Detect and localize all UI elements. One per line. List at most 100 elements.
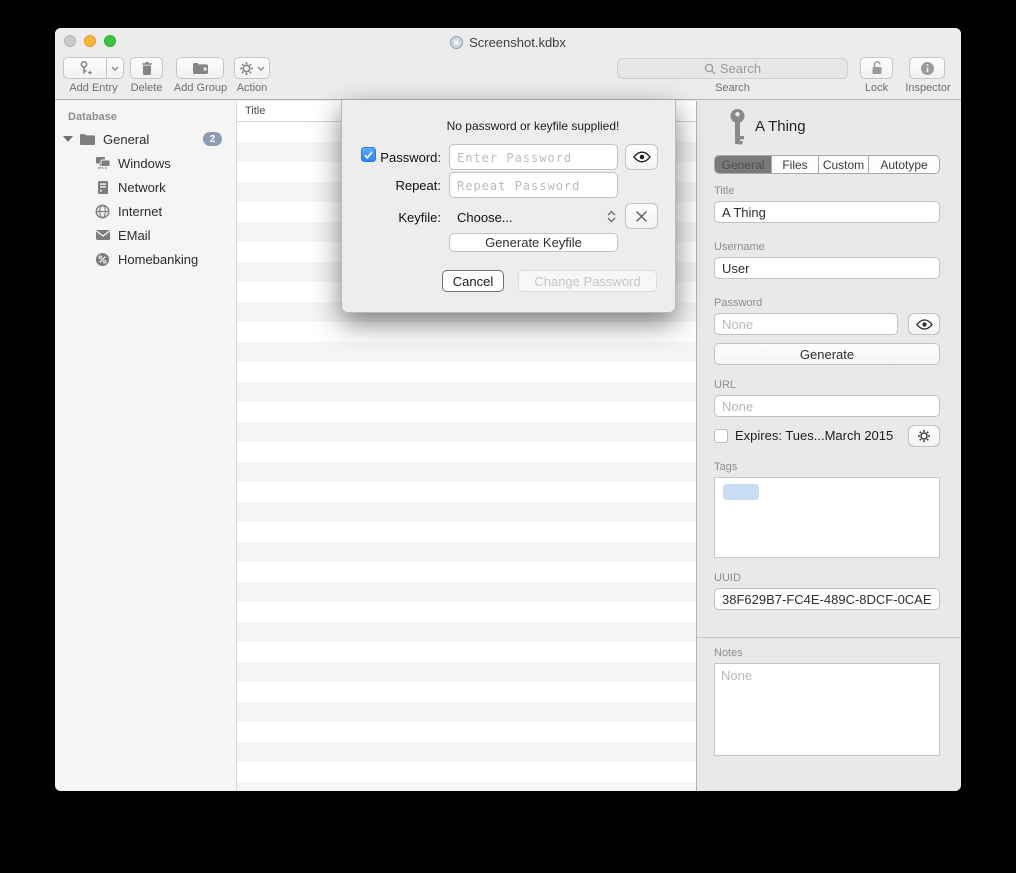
- delete-button[interactable]: [130, 57, 163, 79]
- inspector-panel: A Thing General Files Custom Autotype Ti…: [697, 101, 961, 791]
- checkmark-icon: [364, 151, 373, 159]
- title-bar[interactable]: Screenshot.kdbx: [55, 28, 961, 56]
- dialog-repeat-label: Repeat:: [378, 178, 441, 193]
- key-icon: [727, 108, 748, 147]
- uuid-field[interactable]: [714, 588, 940, 610]
- entry-count-badge: 2: [203, 132, 222, 146]
- chevron-down-icon[interactable]: [107, 66, 123, 71]
- sidebar-item-label: Internet: [118, 204, 162, 219]
- gear-icon: [917, 429, 931, 443]
- tag-chip[interactable]: [723, 484, 759, 500]
- app-window: Screenshot.kdbx Add Entry Delete Add Gro…: [55, 28, 961, 791]
- delete-label: Delete: [123, 82, 170, 94]
- gear-icon: [239, 61, 254, 76]
- sidebar-item-homebanking[interactable]: Homebanking: [55, 247, 236, 271]
- sidebar-item-label: Homebanking: [118, 252, 198, 267]
- tab-custom[interactable]: Custom: [819, 156, 869, 173]
- toolbar: Add Entry Delete Add Group Action: [55, 56, 961, 100]
- url-field[interactable]: [714, 395, 940, 417]
- folder-plus-icon: [192, 61, 209, 75]
- inspector-tabs: General Files Custom Autotype: [714, 155, 940, 174]
- add-group-label: Add Group: [168, 82, 233, 94]
- tags-box[interactable]: [714, 477, 940, 558]
- info-icon: [920, 61, 935, 76]
- document-proxy-icon: [450, 36, 463, 49]
- keyfile-dropdown[interactable]: Choose...: [457, 210, 513, 225]
- title-field-label: Title: [714, 185, 734, 197]
- windows-group-icon: [94, 156, 111, 170]
- sidebar-header: Database: [68, 111, 117, 123]
- dialog-reveal-password-button[interactable]: [625, 144, 658, 170]
- title-field[interactable]: [714, 201, 940, 223]
- section-divider: [697, 637, 961, 638]
- inspector-button[interactable]: [909, 57, 945, 79]
- tab-autotype[interactable]: Autotype: [869, 156, 939, 173]
- disclosure-triangle-icon[interactable]: [63, 136, 73, 142]
- notes-label: Notes: [714, 647, 743, 659]
- sidebar-item-label: EMail: [118, 228, 151, 243]
- generate-password-button[interactable]: Generate: [714, 343, 940, 365]
- dialog-message: No password or keyfile supplied!: [402, 119, 664, 133]
- password-field-label: Password: [714, 297, 762, 309]
- url-field-label: URL: [714, 379, 736, 391]
- change-password-dialog: No password or keyfile supplied! Passwor…: [341, 100, 676, 313]
- sidebar-item-label: General: [103, 132, 149, 147]
- inspector-label: Inspector: [900, 82, 956, 94]
- clear-keyfile-button[interactable]: [625, 203, 658, 229]
- add-group-button[interactable]: [176, 57, 224, 79]
- cancel-button[interactable]: Cancel: [442, 270, 504, 292]
- generate-keyfile-button[interactable]: Generate Keyfile: [449, 233, 618, 252]
- tags-label: Tags: [714, 461, 737, 473]
- search-label: Search: [617, 82, 848, 94]
- unlocked-padlock-icon: [870, 60, 884, 76]
- search-input[interactable]: Search: [617, 58, 848, 79]
- entry-title: A Thing: [755, 118, 806, 135]
- key-plus-icon: [64, 60, 106, 76]
- sidebar-item-internet[interactable]: Internet: [55, 199, 236, 223]
- globe-icon: [94, 204, 111, 219]
- chevron-down-icon: [257, 66, 265, 71]
- envelope-icon: [94, 229, 111, 241]
- sidebar-item-network[interactable]: Network: [55, 175, 236, 199]
- trash-icon: [140, 61, 154, 76]
- tab-general[interactable]: General: [715, 156, 772, 173]
- eye-icon: [916, 319, 933, 330]
- expires-label: Expires: Tues...March 2015: [735, 428, 893, 443]
- folder-icon: [79, 133, 96, 146]
- add-entry-button[interactable]: [63, 57, 124, 79]
- sidebar-item-email[interactable]: EMail: [55, 223, 236, 247]
- dialog-password-label: Password:: [378, 150, 441, 165]
- add-entry-label: Add Entry: [63, 82, 124, 94]
- expires-row: Expires: Tues...March 2015: [714, 428, 893, 443]
- search-icon: [704, 63, 716, 75]
- dialog-keyfile-label: Keyfile:: [378, 210, 441, 225]
- server-icon: [94, 180, 111, 195]
- action-label: Action: [230, 82, 274, 94]
- change-password-button[interactable]: Change Password: [518, 270, 657, 292]
- window-title: Screenshot.kdbx: [469, 35, 566, 50]
- sidebar-item-label: Network: [118, 180, 166, 195]
- eye-icon: [633, 151, 651, 163]
- lock-button[interactable]: [860, 57, 893, 79]
- sidebar-item-windows[interactable]: Windows: [55, 151, 236, 175]
- lock-label: Lock: [846, 82, 907, 94]
- dialog-repeat-input[interactable]: [449, 172, 618, 198]
- search-placeholder: Search: [720, 61, 761, 76]
- expires-checkbox[interactable]: [714, 429, 728, 443]
- reveal-password-button[interactable]: [908, 313, 940, 335]
- percent-circle-icon: [94, 252, 111, 267]
- expires-settings-button[interactable]: [908, 425, 940, 447]
- username-field[interactable]: [714, 257, 940, 279]
- action-button[interactable]: [234, 57, 270, 79]
- tab-files[interactable]: Files: [772, 156, 819, 173]
- dialog-password-input[interactable]: [449, 144, 618, 170]
- stepper-icon[interactable]: [605, 204, 618, 228]
- sidebar-item-general[interactable]: General 2: [55, 127, 236, 151]
- sidebar-item-label: Windows: [118, 156, 171, 171]
- password-field[interactable]: [714, 313, 898, 335]
- password-checkbox[interactable]: [361, 147, 376, 162]
- close-x-icon: [635, 210, 648, 223]
- notes-field[interactable]: [714, 663, 940, 756]
- username-field-label: Username: [714, 241, 765, 253]
- uuid-label: UUID: [714, 572, 741, 584]
